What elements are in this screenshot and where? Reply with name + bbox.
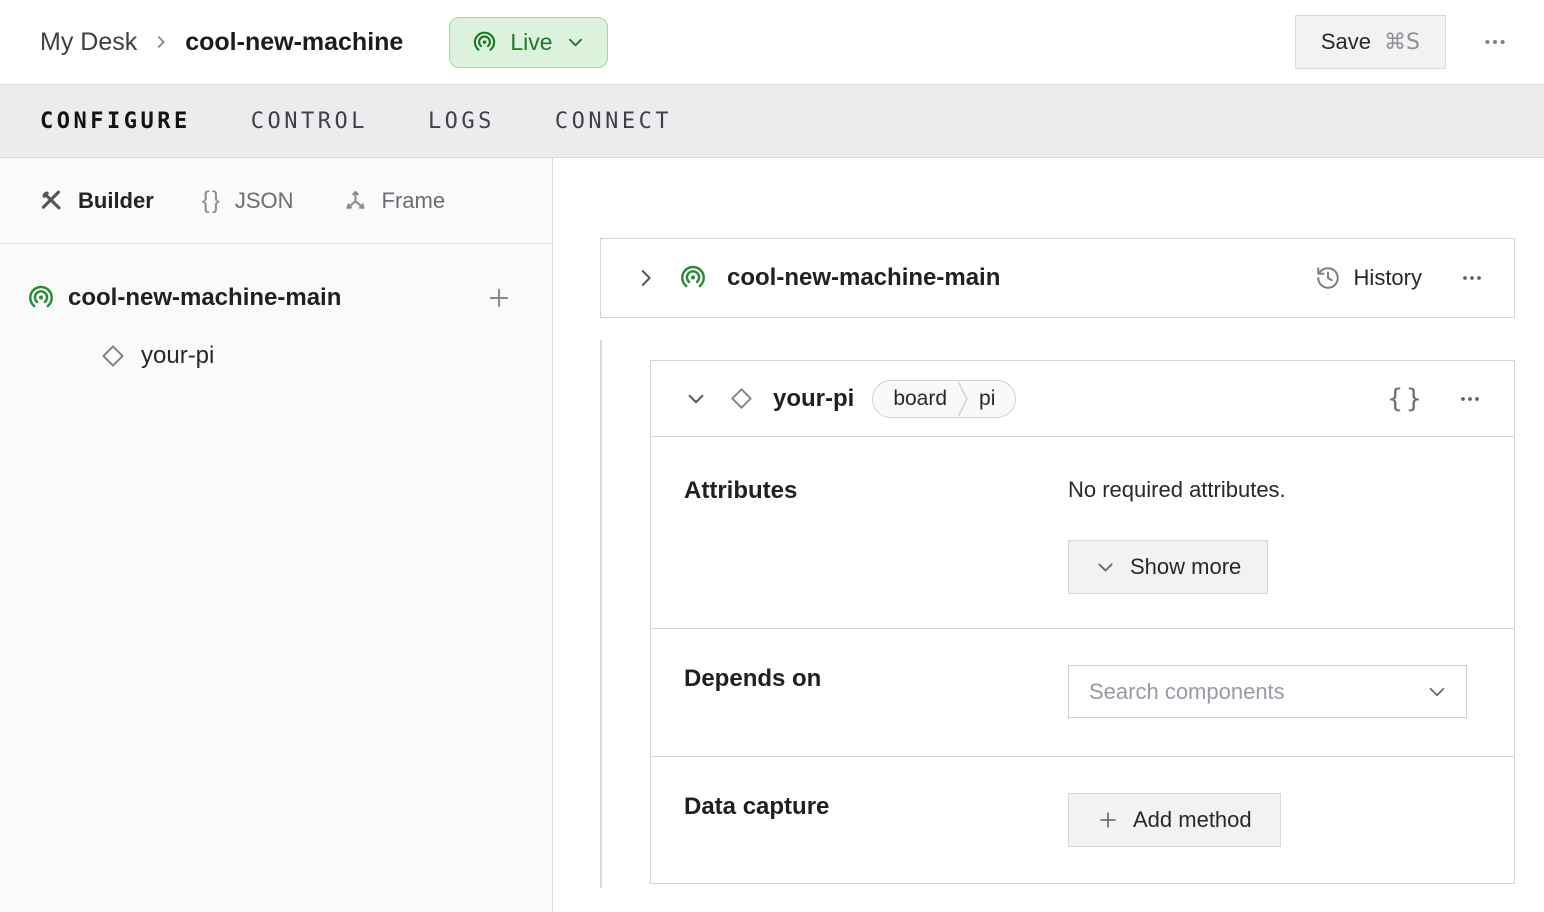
main-nav-tabs: CONFIGURE CONTROL LOGS CONNECT [0,84,1544,158]
data-capture-label: Data capture [684,793,830,820]
component-type-badge: board pi [872,379,1017,418]
tab-control[interactable]: CONTROL [251,109,368,134]
show-more-button[interactable]: Show more [1068,540,1269,594]
top-bar: My Desk cool-new-machine Live Save ⌘S [0,0,1544,84]
mode-frame[interactable]: Frame [342,187,446,214]
plus-icon [486,285,512,311]
live-broadcast-icon [472,30,497,55]
chevron-right-icon [153,34,169,50]
save-button[interactable]: Save ⌘S [1294,15,1446,69]
section-depends-on: Depends on [651,628,1514,756]
attributes-empty-text: No required attributes. [1068,477,1286,502]
history-button[interactable]: History [1315,265,1422,291]
tree-item-label: your-pi [141,342,215,369]
mode-builder[interactable]: Builder [38,187,154,214]
diamond-icon [99,342,127,370]
tree-item-label: cool-new-machine-main [68,284,342,311]
search-components-input[interactable] [1089,678,1426,705]
topbar-more-menu-button[interactable] [1476,23,1514,61]
mode-builder-label: Builder [78,187,154,213]
section-data-capture: Data capture Add method [651,756,1514,883]
config-sidebar: Builder {} JSON Frame cool-new-machine-m… [0,158,553,912]
add-method-label: Add method [1133,807,1252,832]
breadcrumb-parent-link[interactable]: My Desk [40,28,137,57]
part-children-group: your-pi board pi {} Attributes No requir… [600,340,1515,888]
attributes-label: Attributes [684,477,798,504]
tab-connect[interactable]: CONNECT [555,109,672,134]
tab-logs[interactable]: LOGS [428,109,495,134]
component-model: pi [979,386,996,410]
mode-json-label: JSON [234,187,294,213]
machine-part-icon [27,284,55,312]
save-shortcut: ⌘S [1384,29,1420,55]
frame-axes-icon [342,187,369,214]
ellipsis-icon [1458,387,1482,411]
app-window: My Desk cool-new-machine Live Save ⌘S CO… [0,0,1544,912]
component-title: your-pi [773,384,855,412]
part-card-more-menu-button[interactable] [1454,260,1490,296]
machine-part-icon [679,264,707,292]
component-more-menu-button[interactable] [1452,381,1488,417]
tab-configure[interactable]: CONFIGURE [40,109,191,134]
braces-icon: {} [201,186,222,214]
ellipsis-icon [1482,29,1508,55]
part-card-title: cool-new-machine-main [727,264,1001,291]
show-more-label: Show more [1130,554,1242,579]
component-type: board [893,386,948,410]
tree-item-machine-part[interactable]: cool-new-machine-main [0,272,552,324]
diamond-icon [728,385,755,412]
config-builder-panel: cool-new-machine-main History your-pi bo… [553,158,1544,912]
tools-icon [38,187,65,214]
ellipsis-icon [1460,266,1484,290]
depends-on-select[interactable] [1068,665,1467,718]
chevron-down-icon [1095,557,1116,578]
resource-tree: cool-new-machine-main your-pi [0,244,552,380]
component-card-your-pi: your-pi board pi {} Attributes No requir… [650,360,1515,884]
history-clock-icon [1315,265,1341,291]
chevron-down-icon [566,33,585,52]
chevron-down-icon [1426,681,1448,703]
pill-chevron-separator [957,381,969,417]
live-status-label: Live [510,28,553,55]
edit-json-braces-icon[interactable]: {} [1387,384,1424,414]
mode-json[interactable]: {} JSON [202,188,294,214]
add-method-button[interactable]: Add method [1068,793,1281,847]
mode-frame-label: Frame [381,187,446,213]
part-card-expander-chevron-right-icon[interactable] [631,263,661,293]
component-expander-chevron-down-icon[interactable] [681,384,711,414]
component-card-header: your-pi board pi {} [651,361,1514,436]
breadcrumb: My Desk cool-new-machine [40,28,403,57]
live-status-dropdown[interactable]: Live [449,16,608,68]
save-button-label: Save [1320,29,1372,54]
machine-name: cool-new-machine [185,27,404,56]
machine-part-card: cool-new-machine-main History [600,238,1515,318]
tree-item-your-pi[interactable]: your-pi [0,332,552,380]
history-label: History [1353,265,1422,290]
depends-on-label: Depends on [684,665,822,692]
add-resource-button[interactable] [480,279,518,317]
section-attributes: Attributes No required attributes. Show … [651,436,1514,628]
view-mode-switcher: Builder {} JSON Frame [0,158,552,244]
plus-icon [1097,809,1119,831]
